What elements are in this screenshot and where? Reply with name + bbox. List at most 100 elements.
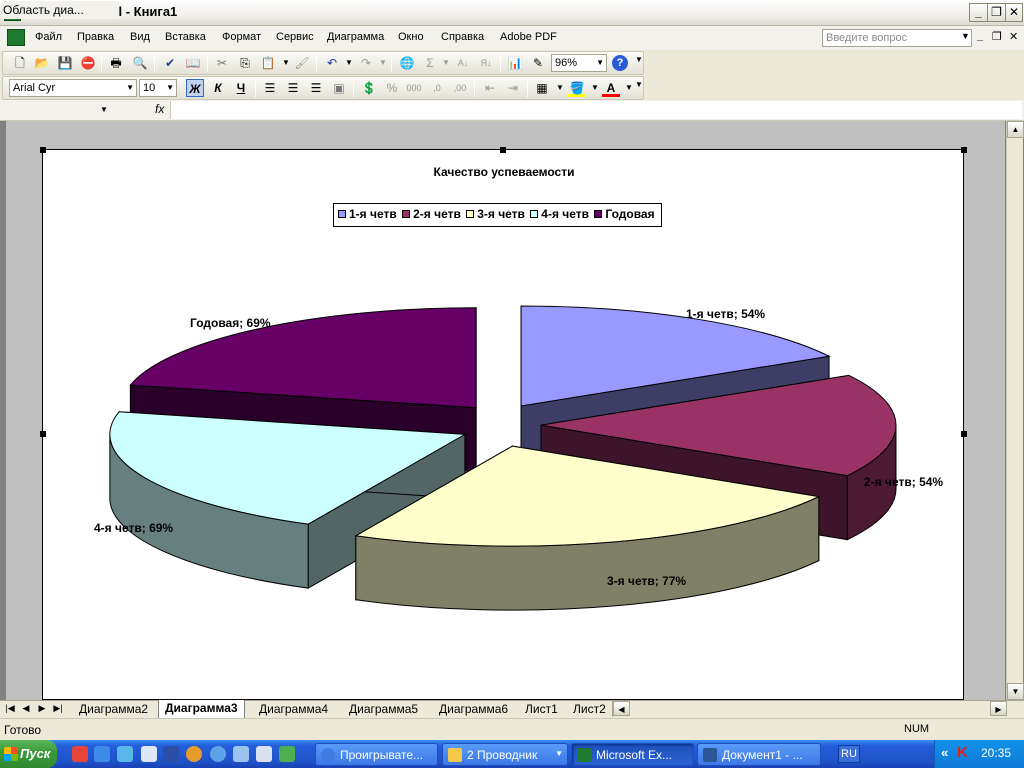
quicklaunch-save-icon[interactable]: [163, 746, 179, 762]
help-icon[interactable]: ?: [612, 55, 628, 71]
selection-handle[interactable]: [961, 147, 967, 153]
open-icon[interactable]: 📂: [33, 54, 51, 72]
horizontal-scrollbar[interactable]: ◀ ▶: [612, 701, 1007, 717]
data-label-q2[interactable]: 2-я четв; 54%: [864, 475, 943, 489]
autosum-dropdown-icon[interactable]: ▼: [437, 54, 455, 72]
borders-dropdown-icon[interactable]: ▼: [551, 79, 569, 97]
align-center-icon[interactable]: ☰: [284, 79, 302, 97]
quicklaunch-calc-icon[interactable]: [256, 746, 272, 762]
redo-dropdown-icon[interactable]: ▼: [374, 54, 392, 72]
toolbar-options-icon[interactable]: ▼: [635, 80, 643, 89]
drawing-icon[interactable]: ✎: [529, 54, 547, 72]
last-sheet-icon[interactable]: ▶|: [52, 703, 64, 714]
decrease-indent-icon[interactable]: ⇤: [481, 79, 499, 97]
menu-adobe-pdf[interactable]: Adobe PDF: [500, 31, 557, 43]
print-preview-icon[interactable]: 🔍: [131, 54, 149, 72]
restore-button[interactable]: ❐: [987, 3, 1006, 22]
paste-icon[interactable]: 📋: [259, 54, 277, 72]
menu-file[interactable]: Файл: [35, 31, 62, 43]
data-label-annual[interactable]: Годовая; 69%: [190, 316, 271, 330]
data-label-q1[interactable]: 1-я четв; 54%: [686, 307, 765, 321]
copy-icon[interactable]: ⎘: [236, 54, 254, 72]
prev-sheet-icon[interactable]: ◀: [20, 703, 32, 714]
chart-wizard-icon[interactable]: 📊: [506, 54, 524, 72]
quicklaunch-player-icon[interactable]: [210, 746, 226, 762]
scroll-left-icon[interactable]: ◀: [613, 701, 630, 716]
name-box[interactable]: Область диа...: [1, 1, 119, 19]
cut-icon[interactable]: ✂: [213, 54, 231, 72]
sheet-tab[interactable]: Диаграмма5: [343, 701, 424, 718]
quicklaunch-desktop-icon[interactable]: [141, 746, 157, 762]
quicklaunch-tool-icon[interactable]: [279, 746, 295, 762]
increase-indent-icon[interactable]: ⇥: [504, 79, 522, 97]
percent-icon[interactable]: %: [383, 79, 401, 97]
sort-descending-icon[interactable]: Я↓: [477, 54, 495, 72]
font-size-dropdown-icon[interactable]: ▼: [166, 80, 174, 96]
menu-window[interactable]: Окно: [398, 31, 424, 43]
new-icon[interactable]: 🗋: [11, 54, 29, 72]
doc-restore-icon[interactable]: ❐: [992, 30, 1002, 43]
menu-edit[interactable]: Правка: [77, 31, 114, 43]
scroll-up-icon[interactable]: ▲: [1007, 121, 1024, 138]
permission-icon[interactable]: ⛔: [79, 54, 97, 72]
start-button[interactable]: Пуск: [0, 740, 57, 768]
sheet-tab[interactable]: Диаграмма2: [73, 701, 154, 718]
doc-close-icon[interactable]: ✕: [1009, 30, 1018, 43]
insert-function-icon[interactable]: fx: [155, 102, 164, 116]
sort-ascending-icon[interactable]: A↓: [454, 54, 472, 72]
doc-minimize-icon[interactable]: _: [977, 30, 983, 42]
quicklaunch-media-icon[interactable]: [186, 746, 202, 762]
sheet-tab[interactable]: Лист1: [519, 701, 564, 718]
bold-button[interactable]: Ж: [186, 79, 204, 97]
research-icon[interactable]: 📖: [184, 54, 202, 72]
taskbar-button-player[interactable]: Проигрывате...: [315, 743, 438, 766]
print-icon[interactable]: 🖶: [107, 54, 125, 72]
chart-area[interactable]: Качество успеваемости 1-я четв 2-я четв …: [42, 149, 964, 700]
decrease-decimal-icon[interactable]: ,00: [451, 79, 469, 97]
ask-question-input[interactable]: Введите вопрос: [822, 29, 972, 47]
borders-icon[interactable]: ▦: [533, 79, 551, 97]
thousands-icon[interactable]: 000: [405, 79, 423, 97]
sheet-tab[interactable]: Диаграмма4: [253, 701, 334, 718]
sheet-tab[interactable]: Диаграмма6: [433, 701, 514, 718]
close-button[interactable]: ✕: [1005, 3, 1023, 22]
scroll-right-icon[interactable]: ▶: [990, 701, 1007, 716]
workbook-icon[interactable]: [7, 29, 25, 46]
data-label-q3[interactable]: 3-я четв; 77%: [607, 574, 686, 588]
undo-dropdown-icon[interactable]: ▼: [340, 54, 358, 72]
selection-handle[interactable]: [961, 431, 967, 437]
quicklaunch-app-icon[interactable]: [233, 746, 249, 762]
hyperlink-icon[interactable]: 🌐: [398, 54, 416, 72]
taskbar-button-excel[interactable]: Microsoft Ex...: [571, 743, 694, 766]
selection-handle[interactable]: [500, 147, 506, 153]
underline-button[interactable]: Ч: [232, 79, 250, 97]
merge-center-icon[interactable]: ▣: [330, 79, 348, 97]
show-hidden-icons-icon[interactable]: «: [941, 745, 948, 760]
antivirus-icon[interactable]: K: [957, 744, 968, 761]
align-right-icon[interactable]: ☰: [307, 79, 325, 97]
clock[interactable]: 20:35: [981, 746, 1011, 760]
align-left-icon[interactable]: ☰: [261, 79, 279, 97]
fill-color-icon[interactable]: 🪣: [568, 79, 586, 97]
zoom-combo[interactable]: 96% ▼: [551, 54, 607, 72]
menu-chart[interactable]: Диаграмма: [327, 31, 384, 43]
ask-dropdown-arrow-icon[interactable]: ▼: [961, 31, 970, 41]
name-box-dropdown-icon[interactable]: ▼: [100, 105, 108, 114]
next-sheet-icon[interactable]: ▶: [36, 703, 48, 714]
font-size-combo[interactable]: 10 ▼: [139, 79, 177, 97]
increase-decimal-icon[interactable]: ,0: [428, 79, 446, 97]
data-label-q4[interactable]: 4-я четв; 69%: [94, 521, 173, 535]
menu-help[interactable]: Справка: [441, 31, 484, 43]
taskbar-button-word[interactable]: Документ1 - ...: [697, 743, 821, 766]
menu-view[interactable]: Вид: [130, 31, 150, 43]
language-indicator[interactable]: RU: [838, 745, 860, 763]
save-icon[interactable]: 💾: [56, 54, 74, 72]
sheet-tab-active[interactable]: Диаграмма3: [158, 700, 245, 718]
italic-button[interactable]: К: [209, 79, 227, 97]
quicklaunch-ie-icon[interactable]: [94, 746, 110, 762]
scroll-down-icon[interactable]: ▼: [1007, 683, 1024, 700]
menu-insert[interactable]: Вставка: [165, 31, 206, 43]
undo-icon[interactable]: ↶: [323, 54, 341, 72]
redo-icon[interactable]: ↷: [357, 54, 375, 72]
font-combo[interactable]: Arial Cyr ▼: [9, 79, 137, 97]
